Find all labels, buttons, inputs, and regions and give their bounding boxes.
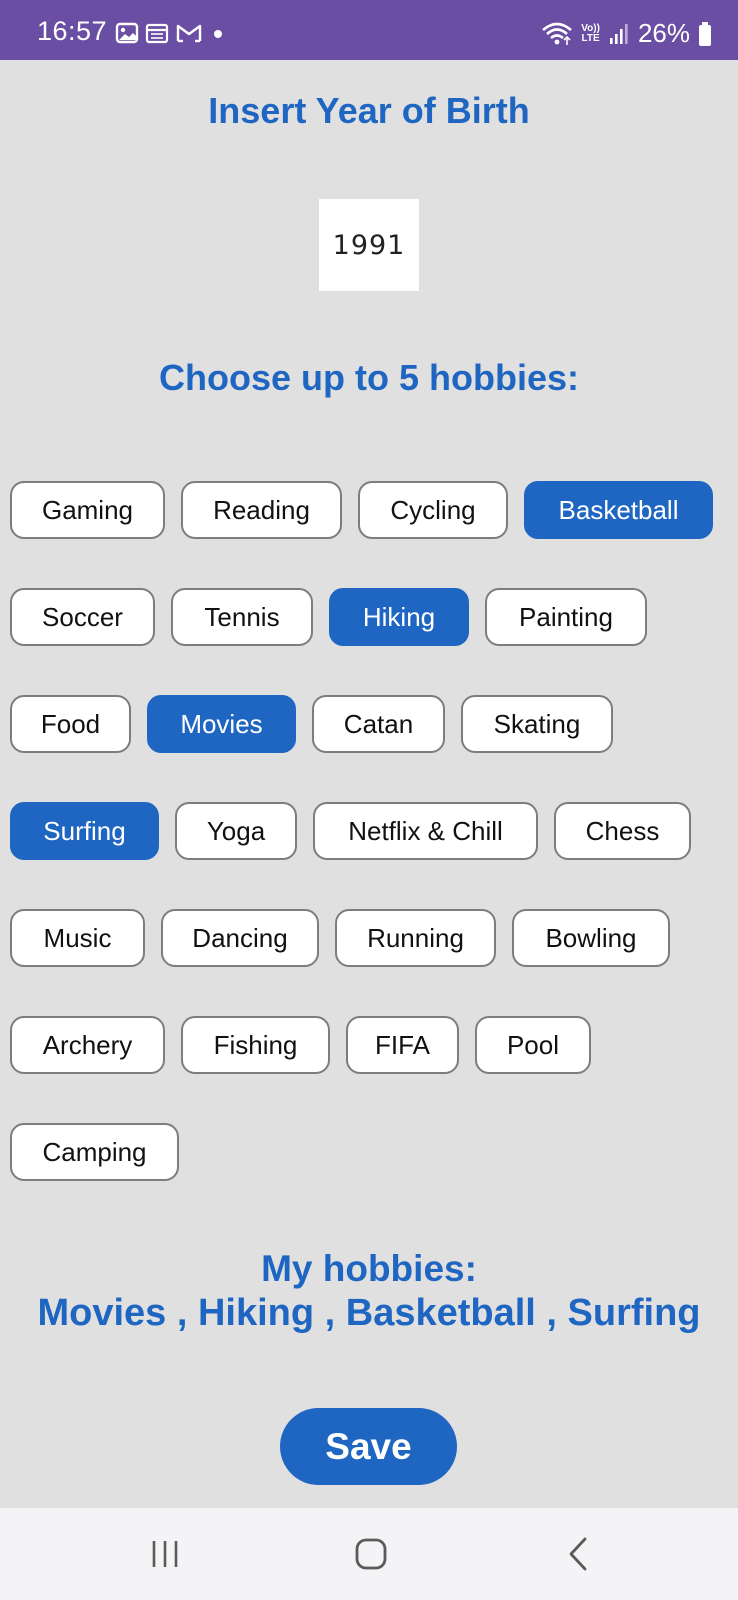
hobby-chip-gaming[interactable]: Gaming	[10, 481, 165, 539]
year-of-birth-title: Insert Year of Birth	[208, 90, 530, 131]
my-hobbies-label: My hobbies:	[261, 1248, 477, 1289]
hobby-chip-chess[interactable]: Chess	[554, 802, 691, 860]
hobby-chip-food[interactable]: Food	[10, 695, 131, 753]
navigation-bar	[0, 1508, 738, 1600]
hobby-row: Surfing Yoga Netflix & Chill Chess	[10, 802, 728, 864]
hobby-chip-pool[interactable]: Pool	[475, 1016, 591, 1074]
volte-bottom-text: LTE	[581, 32, 600, 44]
my-hobbies-list: Movies , Hiking , Basketball , Surfing	[37, 1292, 701, 1334]
hobby-chip-archery[interactable]: Archery	[10, 1016, 165, 1074]
dot-icon	[214, 30, 222, 38]
hobby-row: Music Dancing Running Bowling	[10, 909, 728, 971]
hobby-chip-surfing[interactable]: Surfing	[10, 802, 159, 860]
battery-percent: 26%	[637, 18, 690, 48]
hobby-chip-yoga[interactable]: Yoga	[175, 802, 297, 860]
hobby-row: Archery Fishing FIFA Pool	[10, 1016, 728, 1078]
hobby-chip-running[interactable]: Running	[335, 909, 496, 967]
home-button[interactable]	[341, 1530, 401, 1578]
wifi-icon	[542, 22, 573, 45]
hobby-chip-bowling[interactable]: Bowling	[512, 909, 670, 967]
signal-icon	[609, 23, 628, 44]
notification-icons	[115, 22, 227, 44]
hobby-chip-movies[interactable]: Movies	[147, 695, 296, 753]
hobby-chip-catan[interactable]: Catan	[312, 695, 445, 753]
hobby-row: Camping	[10, 1123, 728, 1185]
calendar-icon	[145, 23, 169, 44]
hobby-row: Food Movies Catan Skating	[10, 695, 728, 757]
hobby-row: Gaming Reading Cycling Basketball	[10, 481, 728, 543]
system-icons: Vo)) LTE 26%	[541, 18, 712, 49]
hobby-row: Soccer Tennis Hiking Painting	[10, 588, 728, 650]
hobby-chip-fishing[interactable]: Fishing	[181, 1016, 330, 1074]
hobby-chip-music[interactable]: Music	[10, 909, 145, 967]
hobby-chip-basketball[interactable]: Basketball	[524, 481, 713, 539]
hobby-chip-group: Gaming Reading Cycling Basketball Soccer…	[10, 481, 728, 1230]
hobby-chip-painting[interactable]: Painting	[485, 588, 647, 646]
hobby-chip-skating[interactable]: Skating	[461, 695, 613, 753]
back-icon	[569, 1537, 587, 1571]
hobby-chip-camping[interactable]: Camping	[10, 1123, 179, 1181]
recent-apps-button[interactable]	[135, 1530, 195, 1578]
volte-top-text: Vo))	[581, 22, 600, 34]
hobby-chip-hiking[interactable]: Hiking	[329, 588, 469, 646]
hobby-chip-dancing[interactable]: Dancing	[161, 909, 319, 967]
hobby-chip-reading[interactable]: Reading	[181, 481, 342, 539]
battery-icon	[699, 21, 711, 46]
hobbies-title: Choose up to 5 hobbies:	[159, 357, 579, 398]
hobby-chip-netflix-and-chill[interactable]: Netflix & Chill	[313, 802, 538, 860]
hobby-chip-cycling[interactable]: Cycling	[358, 481, 508, 539]
hobby-chip-tennis[interactable]: Tennis	[171, 588, 313, 646]
hobby-chip-soccer[interactable]: Soccer	[10, 588, 155, 646]
back-button[interactable]	[548, 1530, 608, 1578]
image-icon	[115, 22, 139, 44]
save-button[interactable]: Save	[280, 1408, 457, 1485]
hobby-chip-fifa[interactable]: FIFA	[346, 1016, 459, 1074]
status-time: 16:57	[37, 16, 108, 46]
gmail-icon	[176, 24, 202, 43]
home-icon	[355, 1538, 387, 1570]
recent-apps-icon	[152, 1541, 178, 1567]
volte-icon: Vo)) LTE	[581, 22, 600, 44]
year-of-birth-input[interactable]: 1991	[319, 199, 419, 291]
status-bar: 16:57 Vo)) LTE 26%	[0, 0, 738, 60]
